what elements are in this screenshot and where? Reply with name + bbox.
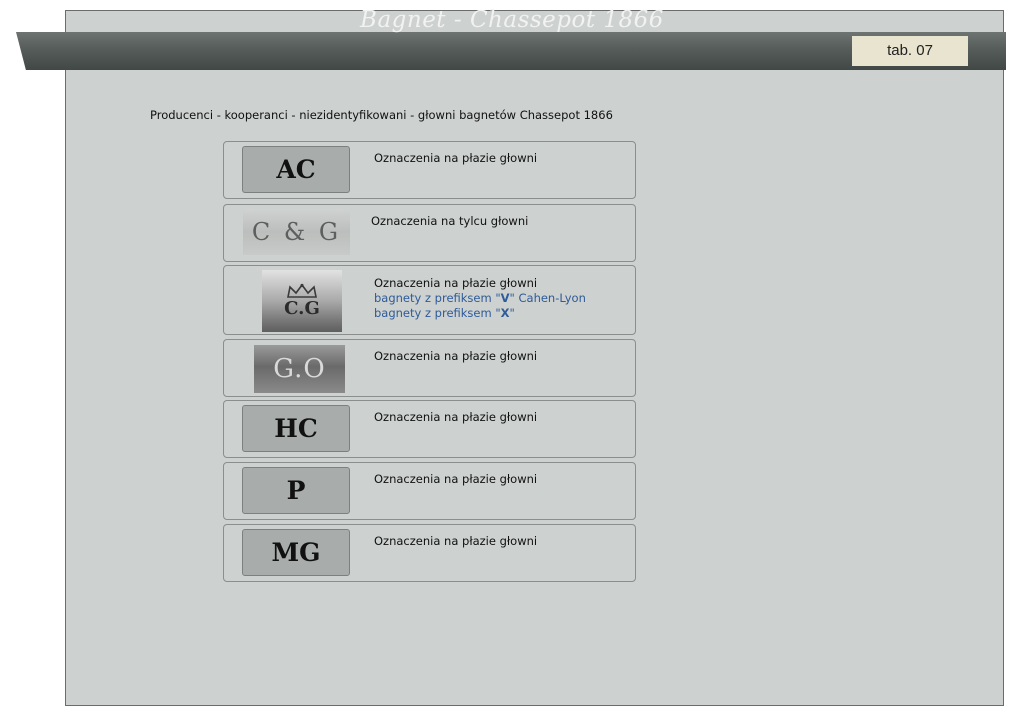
mark-ac-box: AC xyxy=(242,146,350,193)
page-title: Bagnet - Chassepot 1866 xyxy=(360,7,664,33)
section-subtitle: Producenci - kooperanci - niezidentyfiko… xyxy=(150,108,613,122)
entry-description: Oznaczenia na płazie głowni xyxy=(374,472,538,486)
entry-description-block: Oznaczenia na płazie głowni bagnety z pr… xyxy=(374,276,586,321)
prefix-v-note: bagnety z prefiksem "V" Cahen-Lyon xyxy=(374,291,586,305)
entry-card-hc[interactable]: HC Oznaczenia na płazie głowni xyxy=(223,400,636,458)
mark-cg-stamp-image: C & G xyxy=(243,209,350,255)
entry-card-mg[interactable]: MG Oznaczenia na płazie głowni xyxy=(223,524,636,582)
mark-cg-label: C.G xyxy=(284,298,320,319)
entry-card-ac[interactable]: AC Oznaczenia na płazie głowni xyxy=(223,141,636,199)
mark-hc-box: HC xyxy=(242,405,350,452)
mark-go-stamp-image: G.O xyxy=(254,345,345,393)
entry-description: Oznaczenia na tylcu głowni xyxy=(371,214,529,228)
tab-number-badge: tab. 07 xyxy=(852,36,968,66)
entry-description: Oznaczenia na płazie głowni xyxy=(374,349,538,363)
entry-card-p[interactable]: P Oznaczenia na płazie głowni xyxy=(223,462,636,520)
mark-p-box: P xyxy=(242,467,350,514)
entry-description: Oznaczenia na płazie głowni xyxy=(374,410,538,424)
entry-card-cg-spine[interactable]: C & G Oznaczenia na tylcu głowni xyxy=(223,204,636,262)
entry-card-go[interactable]: G.O Oznaczenia na płazie głowni xyxy=(223,339,636,397)
mark-mg-box: MG xyxy=(242,529,350,576)
entry-description: Oznaczenia na płazie głowni xyxy=(374,276,538,290)
crown-icon xyxy=(287,283,317,298)
mark-cg-crown-stamp-image: C.G xyxy=(262,270,342,332)
entry-description: Oznaczenia na płazie głowni xyxy=(374,151,538,165)
entry-card-cg-crown[interactable]: C.G Oznaczenia na płazie głowni bagnety … xyxy=(223,265,636,335)
prefix-x-note: bagnety z prefiksem "X" xyxy=(374,306,515,320)
entry-description: Oznaczenia na płazie głowni xyxy=(374,534,538,548)
